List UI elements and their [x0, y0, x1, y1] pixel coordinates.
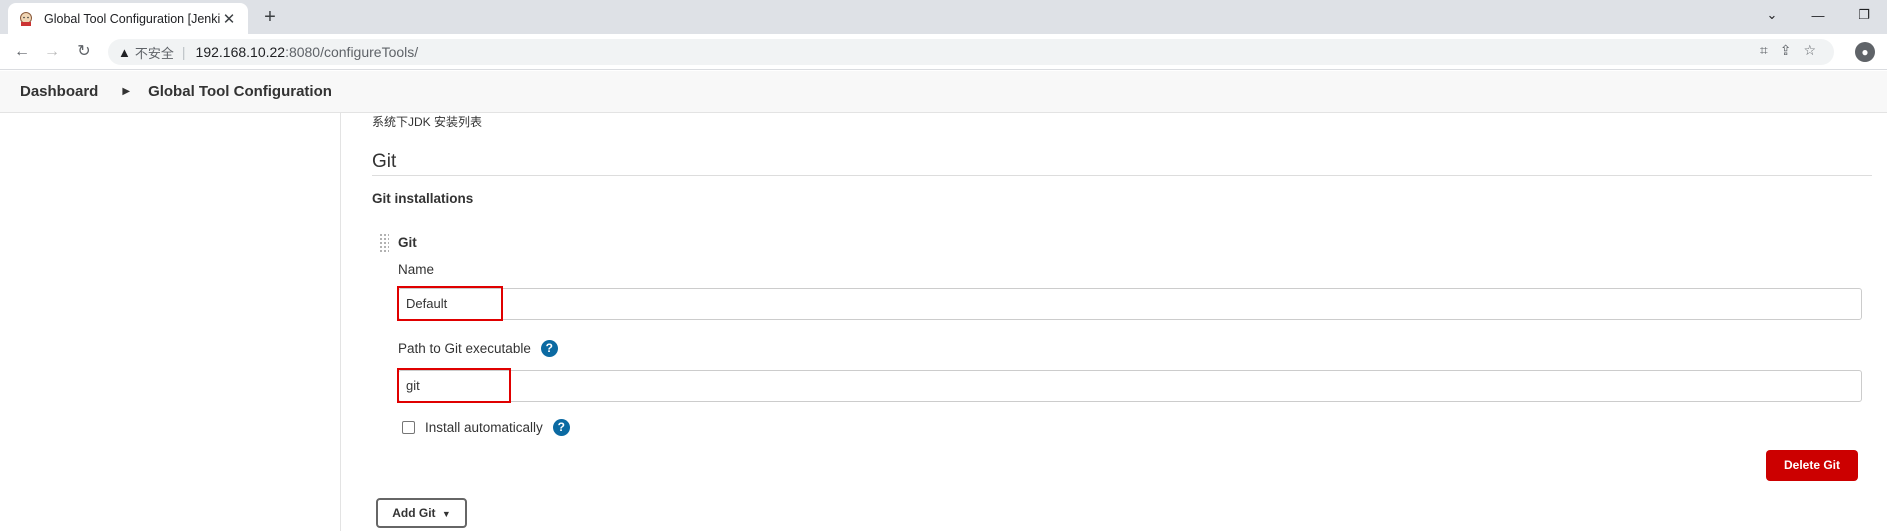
new-tab-icon[interactable]: + — [258, 6, 282, 30]
section-divider — [372, 175, 1872, 176]
install-automatically-row: Install automatically ? — [402, 419, 570, 436]
omnibox-separator: | — [181, 44, 186, 60]
drag-handle-icon[interactable] — [379, 233, 389, 253]
browser-toolbar: ← → ↻ ▲ 不安全 | 192.168.10.22 :8080/config… — [0, 34, 1887, 70]
delete-git-button[interactable]: Delete Git — [1766, 450, 1858, 481]
browser-tab[interactable]: Global Tool Configuration [Jenkins] ✕ — [8, 3, 248, 34]
jdk-description: 系统下JDK 安装列表 — [372, 115, 483, 129]
name-input[interactable]: Default — [398, 288, 1862, 320]
browser-tab-strip: Global Tool Configuration [Jenkins] ✕ + … — [0, 0, 1887, 34]
bookmark-star-icon[interactable]: ☆ — [1803, 42, 1816, 59]
url-host: 192.168.10.22 — [195, 44, 286, 60]
sidebar-divider — [340, 113, 341, 531]
back-icon[interactable]: ← — [10, 41, 34, 63]
url-path: :8080/configureTools/ — [285, 44, 419, 60]
name-highlight-box — [397, 286, 503, 321]
minimize-icon[interactable]: — — [1795, 0, 1841, 30]
breadcrumb-global-tool-configuration[interactable]: Global Tool Configuration — [148, 83, 332, 100]
forward-icon[interactable]: → — [40, 41, 64, 63]
share-icon[interactable]: ⇪ — [1780, 42, 1792, 59]
git-installations-label: Git installations — [372, 191, 474, 206]
restore-icon[interactable]: ❐ — [1841, 0, 1887, 30]
jenkins-favicon-icon — [18, 11, 34, 27]
path-label: Path to Git executable — [398, 341, 531, 356]
breadcrumb-dashboard[interactable]: Dashboard — [20, 83, 98, 100]
section-title-git: Git — [372, 151, 397, 172]
tab-search-icon[interactable]: ⌄ — [1749, 0, 1795, 30]
warning-icon: ▲ — [118, 44, 131, 60]
name-label: Name — [398, 262, 435, 277]
git-item-title: Git — [398, 235, 417, 250]
insecure-label: 不安全 — [134, 45, 174, 61]
breadcrumb: Dashboard ▶ Global Tool Configuration — [0, 71, 1887, 113]
install-automatically-checkbox[interactable] — [402, 421, 415, 434]
add-git-button[interactable]: Add Git ▼ — [376, 498, 467, 528]
address-bar[interactable]: ▲ 不安全 | 192.168.10.22 :8080/configureToo… — [108, 39, 1834, 65]
path-highlight-box — [397, 368, 511, 403]
install-help-icon[interactable]: ? — [552, 419, 570, 436]
dropdown-caret-icon: ▼ — [441, 509, 451, 519]
path-help-icon[interactable]: ? — [540, 340, 558, 357]
translate-icon[interactable]: ⌗ — [1760, 42, 1768, 59]
reload-icon[interactable]: ↻ — [72, 41, 96, 63]
profile-avatar-icon[interactable]: ● — [1855, 42, 1875, 62]
breadcrumb-chevron-icon[interactable]: ▶ — [122, 86, 130, 97]
path-input[interactable]: git — [398, 370, 1862, 402]
path-label-row: Path to Git executable ? — [398, 340, 558, 357]
install-automatically-label: Install automatically — [425, 420, 543, 435]
omnibox-actions: ⌗ ⇪ ☆ — [1760, 42, 1816, 59]
window-controls: ⌄ — ❐ — [1749, 0, 1887, 30]
tab-title: Global Tool Configuration [Jenkins] — [44, 11, 220, 26]
add-git-label: Add Git — [392, 506, 436, 520]
close-tab-icon[interactable]: ✕ — [220, 10, 238, 28]
